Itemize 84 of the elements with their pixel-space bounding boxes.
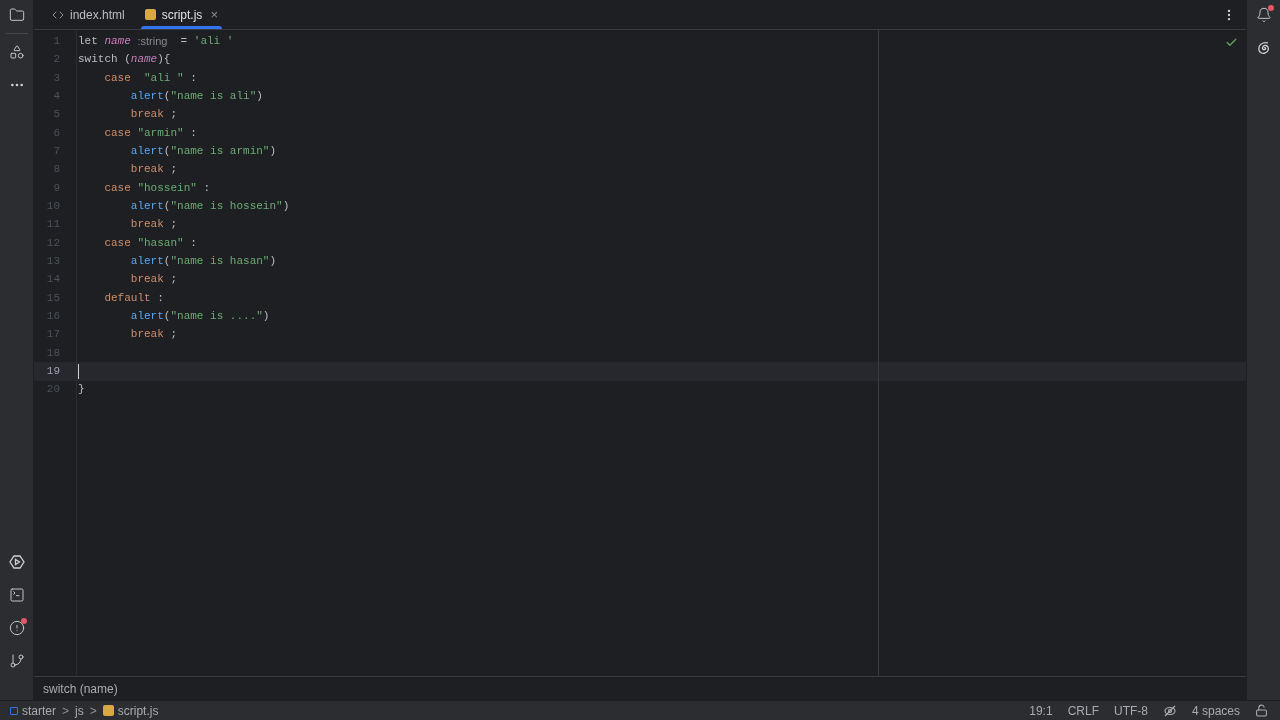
code-token: :: [189, 125, 197, 141]
code-token: case: [103, 180, 132, 196]
code-token: "name is ali": [170, 88, 257, 104]
breadcrumb-separator: >: [62, 702, 70, 720]
file-encoding[interactable]: UTF-8: [1113, 701, 1148, 720]
code-token: (: [163, 144, 171, 159]
js-file-icon: [102, 705, 114, 716]
code-token: break: [129, 162, 164, 178]
code-token: ;: [169, 272, 178, 288]
terminal-icon[interactable]: [8, 587, 25, 603]
code-token: ;: [169, 327, 178, 343]
file-tab[interactable]: script.js ×: [134, 0, 228, 29]
code-token: ): [256, 88, 263, 104]
cursor-position[interactable]: 19:1: [1029, 701, 1053, 720]
check-icon: [1225, 36, 1238, 49]
code-token: }: [78, 382, 85, 398]
eye-slash-icon[interactable]: [1162, 703, 1177, 718]
code-token: "hossein": [137, 180, 197, 196]
code-token: alert: [129, 199, 164, 214]
code-token: break: [129, 272, 164, 288]
code-token: (: [163, 309, 171, 325]
breadcrumb-separator: >: [89, 702, 97, 720]
line-number: 19: [45, 364, 60, 380]
code-token: "ali ": [144, 70, 184, 86]
code-token: alert: [129, 254, 164, 270]
code-token: name: [104, 33, 132, 49]
code-token: case: [103, 235, 132, 251]
branch-icon[interactable]: [8, 653, 25, 669]
code-token: alert: [129, 88, 164, 104]
code-token: ;: [169, 107, 178, 123]
code-token: 'ali ': [193, 33, 234, 49]
text-cursor: [78, 363, 79, 379]
code-token: break: [129, 107, 164, 123]
folder-icon[interactable]: [8, 7, 25, 23]
code-token: ): [282, 199, 290, 214]
bell-icon[interactable]: [1255, 7, 1272, 23]
code-token: "name is ....": [170, 309, 263, 325]
code-token: ;: [169, 162, 178, 178]
breadcrumb[interactable]: js: [75, 701, 84, 720]
code-token: let: [78, 33, 99, 49]
warning-icon[interactable]: [8, 620, 25, 636]
code-token: "name is armin": [170, 144, 270, 159]
code-token: :: [156, 290, 164, 306]
code-token: (: [163, 88, 171, 104]
code-token: default: [103, 290, 151, 306]
unlocked-icon[interactable]: [1255, 704, 1268, 717]
type-hint: :string: [137, 33, 168, 49]
code-token: =: [179, 33, 189, 49]
context-line: switch (name): [43, 680, 118, 698]
code-token: case: [103, 70, 132, 86]
code-token: "name is hossein": [170, 199, 283, 214]
code-token: "name is hasan": [170, 254, 270, 270]
code-token: name: [130, 52, 158, 68]
code-token: ): [269, 144, 277, 159]
code-token: break: [129, 217, 164, 233]
code-token: :: [189, 70, 197, 86]
code-token: :: [189, 235, 197, 251]
code-token: ): [269, 254, 277, 270]
js-file-icon: [144, 9, 156, 20]
close-icon[interactable]: ×: [210, 4, 218, 25]
file-tab[interactable]: index.html: [42, 0, 135, 29]
code-token: alert: [129, 144, 164, 159]
code-token: break: [129, 327, 164, 343]
code-token: case: [103, 125, 132, 141]
code-token: "hasan": [137, 235, 184, 251]
code-token: alert: [129, 309, 164, 325]
code-token: ){: [157, 52, 171, 68]
code-token: (: [163, 199, 171, 214]
code-token: switch (: [78, 52, 131, 68]
run-icon[interactable]: [8, 554, 25, 570]
breadcrumb[interactable]: starter: [10, 701, 56, 720]
code-token: (: [163, 254, 171, 270]
code-token: ): [262, 309, 270, 325]
tab-label: index.html: [70, 6, 125, 24]
code-token: ;: [169, 217, 178, 233]
code-token: :: [202, 180, 211, 196]
indent-setting[interactable]: 4 spaces: [1191, 701, 1240, 720]
code-token: "armin": [137, 125, 184, 141]
spiral-icon[interactable]: [1255, 40, 1272, 56]
breadcrumb[interactable]: script.js: [102, 701, 159, 720]
structure-icon[interactable]: [8, 44, 25, 60]
tab-label: script.js: [161, 6, 203, 24]
line-ending[interactable]: CRLF: [1067, 701, 1099, 720]
module-icon: [10, 706, 18, 715]
